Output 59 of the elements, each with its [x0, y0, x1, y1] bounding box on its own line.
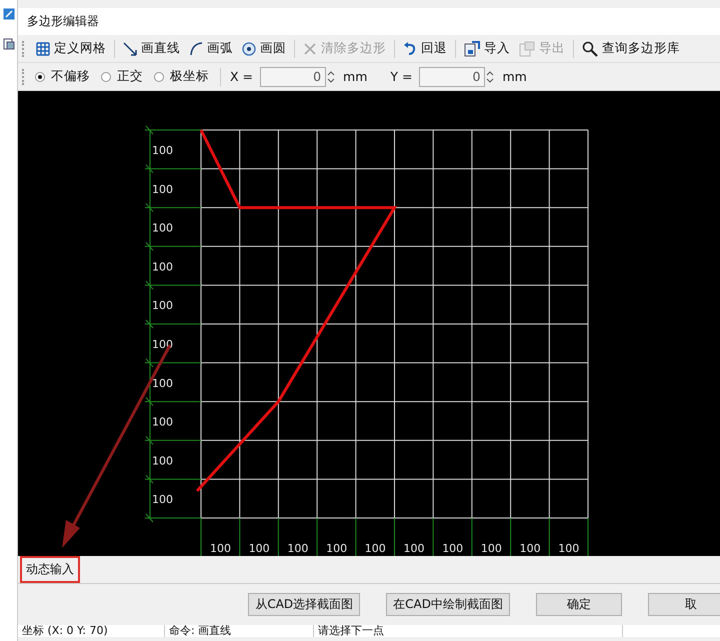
search-icon [582, 40, 598, 56]
row-dimension-label: 100 [152, 182, 173, 196]
coordinate-label: X = [229, 69, 254, 84]
column-dimension-label: 100 [248, 542, 270, 555]
undo-icon [403, 42, 417, 56]
polygon-outline[interactable] [196, 129, 398, 492]
dialog-button[interactable]: 在CAD中绘制截面图 [386, 593, 510, 616]
coordinate-label: Y = [389, 69, 414, 84]
column-dimension-label: 100 [520, 542, 541, 555]
dialog-button[interactable]: 确定 [536, 593, 622, 616]
row-dimension-label: 100 [152, 416, 173, 429]
line-icon [123, 42, 137, 56]
column-dimension-label: 100 [326, 542, 348, 555]
toolbar-button[interactable]: 查询多边形库 [579, 38, 683, 59]
import-icon [464, 40, 480, 56]
app-icon[interactable] [2, 8, 14, 20]
row-dimension-label: 100 [152, 493, 173, 506]
document-icon[interactable] [2, 38, 14, 50]
toolbar-button[interactable]: 画圆 [239, 38, 289, 59]
toolbar-button[interactable]: 导入 [461, 38, 513, 59]
grid-icon [36, 42, 50, 56]
column-dimension-label: 100 [480, 542, 502, 555]
radio-icon[interactable] [154, 72, 164, 82]
cross-icon [303, 42, 317, 56]
coordinate-field[interactable]: 0 [260, 66, 326, 86]
row-dimension-label: 100 [152, 454, 173, 468]
toolbar-button[interactable]: 定义网格 [33, 38, 109, 59]
status-text: 请选择下一点 [314, 625, 623, 637]
column-dimension-label: 100 [404, 542, 424, 555]
toolbar-button[interactable]: 画弧 [186, 38, 236, 59]
column-dimension-label: 100 [442, 542, 464, 555]
column-dimension-label: 100 [558, 542, 580, 555]
row-dimension-label: 100 [152, 299, 173, 312]
dialog-button[interactable]: 取 [648, 593, 720, 616]
radio-button[interactable]: 正交 [99, 68, 149, 85]
radio-icon[interactable] [101, 72, 111, 82]
row-dimension-label: 100 [152, 376, 173, 390]
coordinate-field[interactable]: 0 [419, 66, 486, 86]
radio-button[interactable]: 不偏移 [33, 68, 96, 85]
row-dimension-label: 100 [152, 222, 173, 235]
radio-button[interactable]: 极坐标 [152, 68, 215, 85]
column-dimension-label: 100 [210, 542, 231, 555]
unit-label: mm [342, 69, 368, 84]
status-text: 命令: 画直线 [165, 625, 314, 637]
dynamic-input-label[interactable]: 动态输入 [20, 556, 80, 583]
column-dimension-label: 100 [287, 542, 308, 555]
dialog-button[interactable]: 从CAD选择截面图 [248, 593, 360, 616]
window-title: 多边形编辑器 [18, 8, 720, 35]
row-dimension-label: 100 [152, 260, 173, 274]
unit-label: mm [501, 69, 528, 84]
toolbar-button[interactable]: 画直线 [120, 38, 183, 59]
row-dimension-label: 100 [152, 144, 173, 157]
export-icon [519, 40, 535, 56]
toolbar-button[interactable]: 回退 [400, 38, 450, 59]
radio-icon[interactable] [35, 72, 45, 82]
column-dimension-label: 100 [364, 542, 386, 555]
arc-icon [189, 42, 203, 56]
circle-icon [242, 42, 256, 56]
status-text: 坐标 (X: 0 Y: 70) [18, 625, 165, 637]
